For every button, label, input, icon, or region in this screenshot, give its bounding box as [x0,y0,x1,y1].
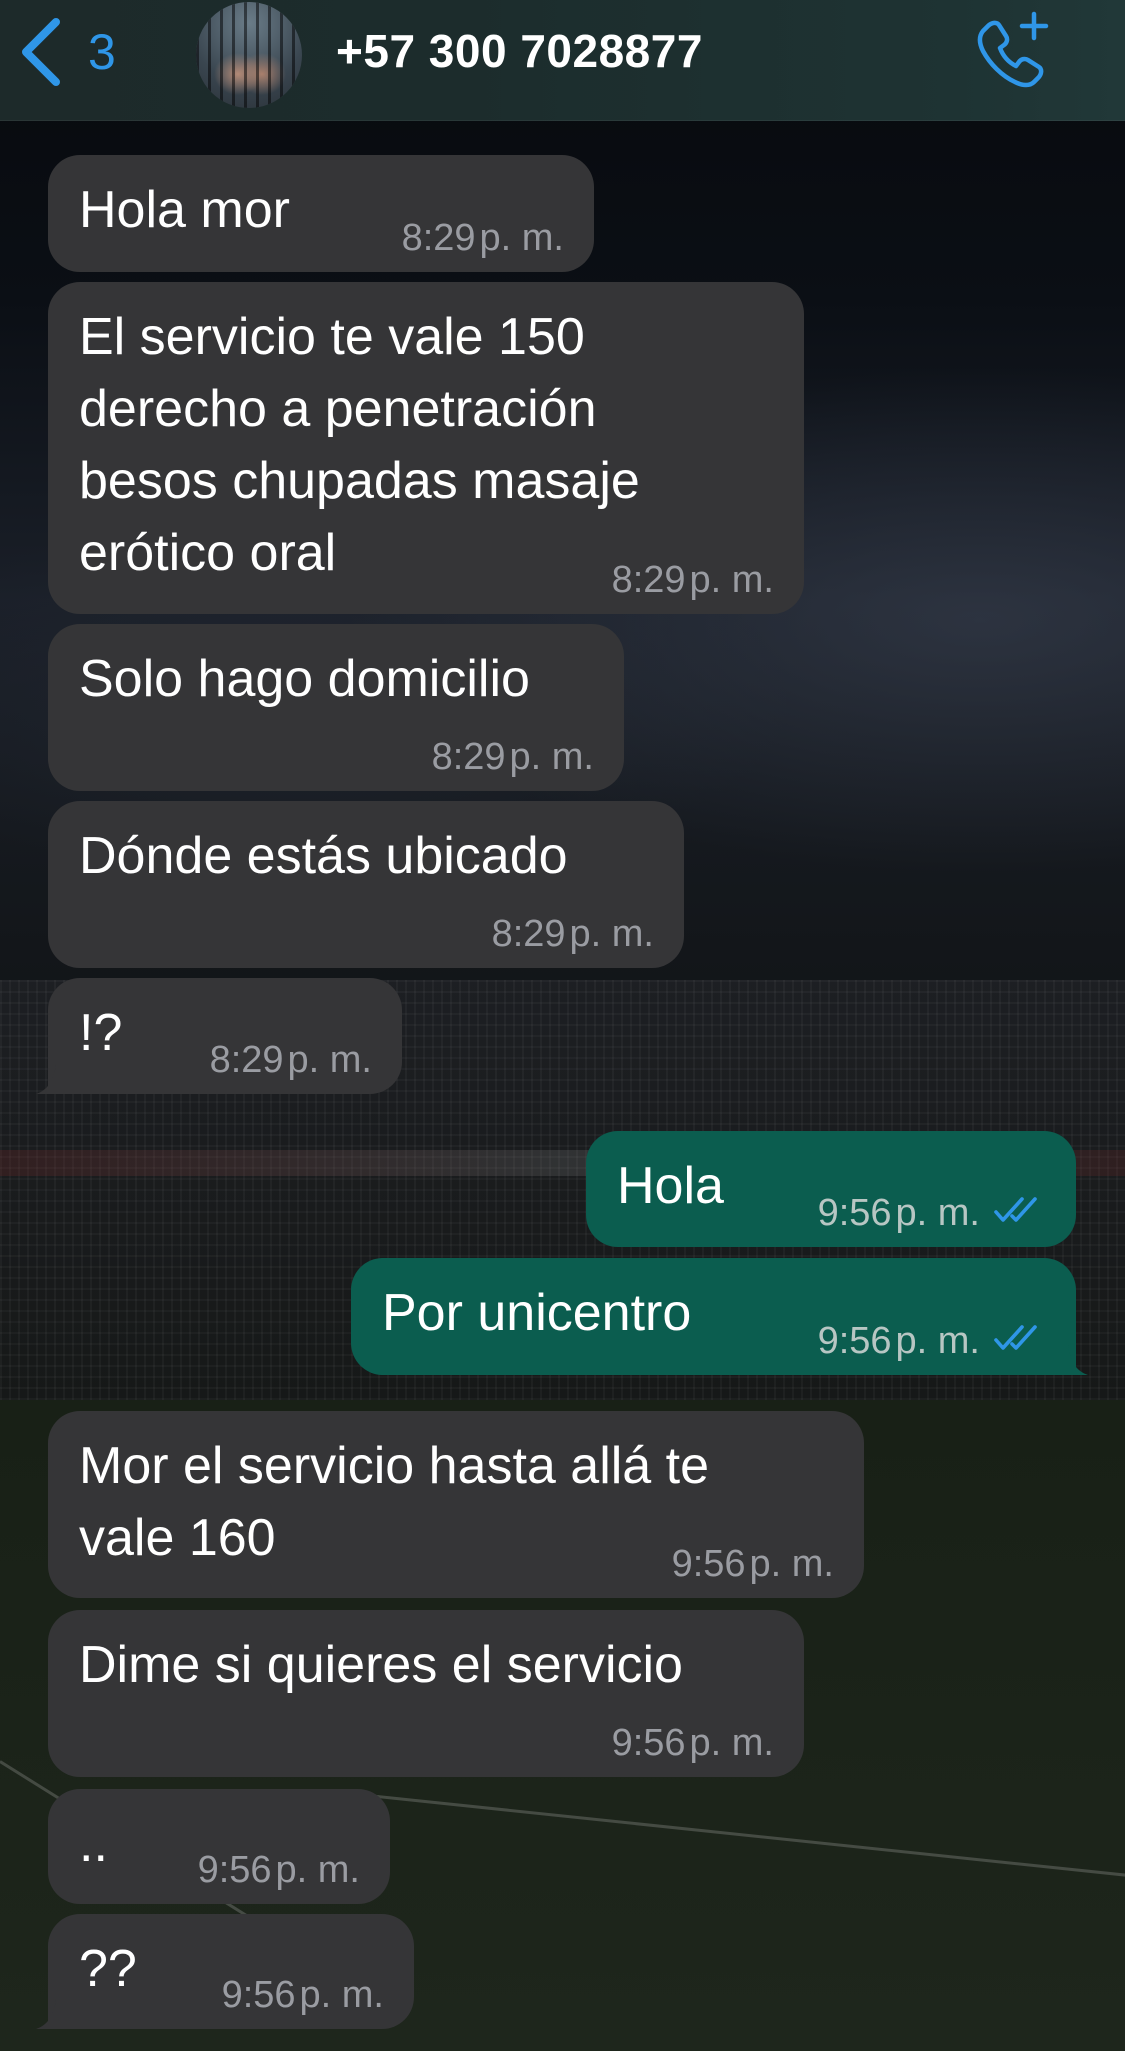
message-text: Dónde estás ubicado [79,827,568,885]
message-timestamp: 8:29 p. m. [209,1039,372,1081]
message-timestamp: 9:56 p. m. [197,1849,360,1891]
phone-plus-icon [970,11,1052,96]
message-timestamp: 9:56 p. m. [611,1722,774,1764]
message-text: Por unicentro [382,1284,692,1342]
message-text: Dime si quieres el servicio [79,1636,683,1694]
avatar-texture [196,2,302,108]
message-text: !? [79,1004,123,1062]
message-bubble-outgoing[interactable]: Por unicentro 9:56 p. m. [351,1258,1088,1375]
contact-name[interactable]: +57 300 7028877 [336,22,703,80]
message-bubble-incoming[interactable]: ?? 9:56 p. m. [36,1914,414,2029]
message-bubble-outgoing[interactable]: Hola 9:56 p. m. [586,1131,1076,1247]
bubble-tail [36,1064,70,1094]
message-bubble-incoming[interactable]: .. 9:56 p. m. [48,1789,390,1904]
message-text: Hola mor [79,181,290,239]
message-text: .. [79,1815,108,1873]
double-check-icon [992,1317,1046,1365]
message-text: Hola [617,1157,724,1215]
back-button[interactable]: 3 [18,14,116,90]
message-text: Solo hago domicilio [79,650,530,708]
double-check-icon [992,1189,1046,1237]
chevron-left-icon [18,16,62,88]
message-timestamp: 9:56 p. m. [818,1317,1046,1365]
message-bubble-incoming[interactable]: Solo hago domicilio 8:29 p. m. [48,624,624,791]
message-timestamp: 9:56 p. m. [671,1543,834,1585]
message-bubble-incoming[interactable]: El servicio te vale 150 derecho a penetr… [48,282,804,614]
message-timestamp: 8:29 p. m. [611,559,774,601]
bubble-tail [36,1999,70,2029]
message-text: ?? [79,1940,137,1998]
message-text: Mor el servicio hasta allá te vale 160 [79,1437,710,1567]
message-bubble-incoming[interactable]: !? 8:29 p. m. [36,978,402,1094]
chat-header: 3 +57 300 7028877 [0,0,1125,121]
message-text: El servicio te vale 150 derecho a penetr… [79,308,640,582]
unread-count: 3 [88,24,116,80]
message-bubble-incoming[interactable]: Mor el servicio hasta allá te vale 160 9… [48,1411,864,1598]
call-button[interactable] [970,10,1052,92]
message-timestamp: 8:29 p. m. [431,736,594,778]
message-timestamp: 8:29 p. m. [491,913,654,955]
avatar[interactable] [196,2,302,108]
message-timestamp: 8:29 p. m. [401,217,564,259]
message-bubble-incoming[interactable]: Dónde estás ubicado 8:29 p. m. [48,801,684,968]
message-bubble-incoming[interactable]: Dime si quieres el servicio 9:56 p. m. [48,1610,804,1777]
bubble-tail [1054,1345,1088,1375]
message-bubble-incoming[interactable]: Hola mor 8:29 p. m. [48,155,594,272]
message-timestamp: 9:56 p. m. [818,1189,1046,1237]
message-timestamp: 9:56 p. m. [221,1974,384,2016]
